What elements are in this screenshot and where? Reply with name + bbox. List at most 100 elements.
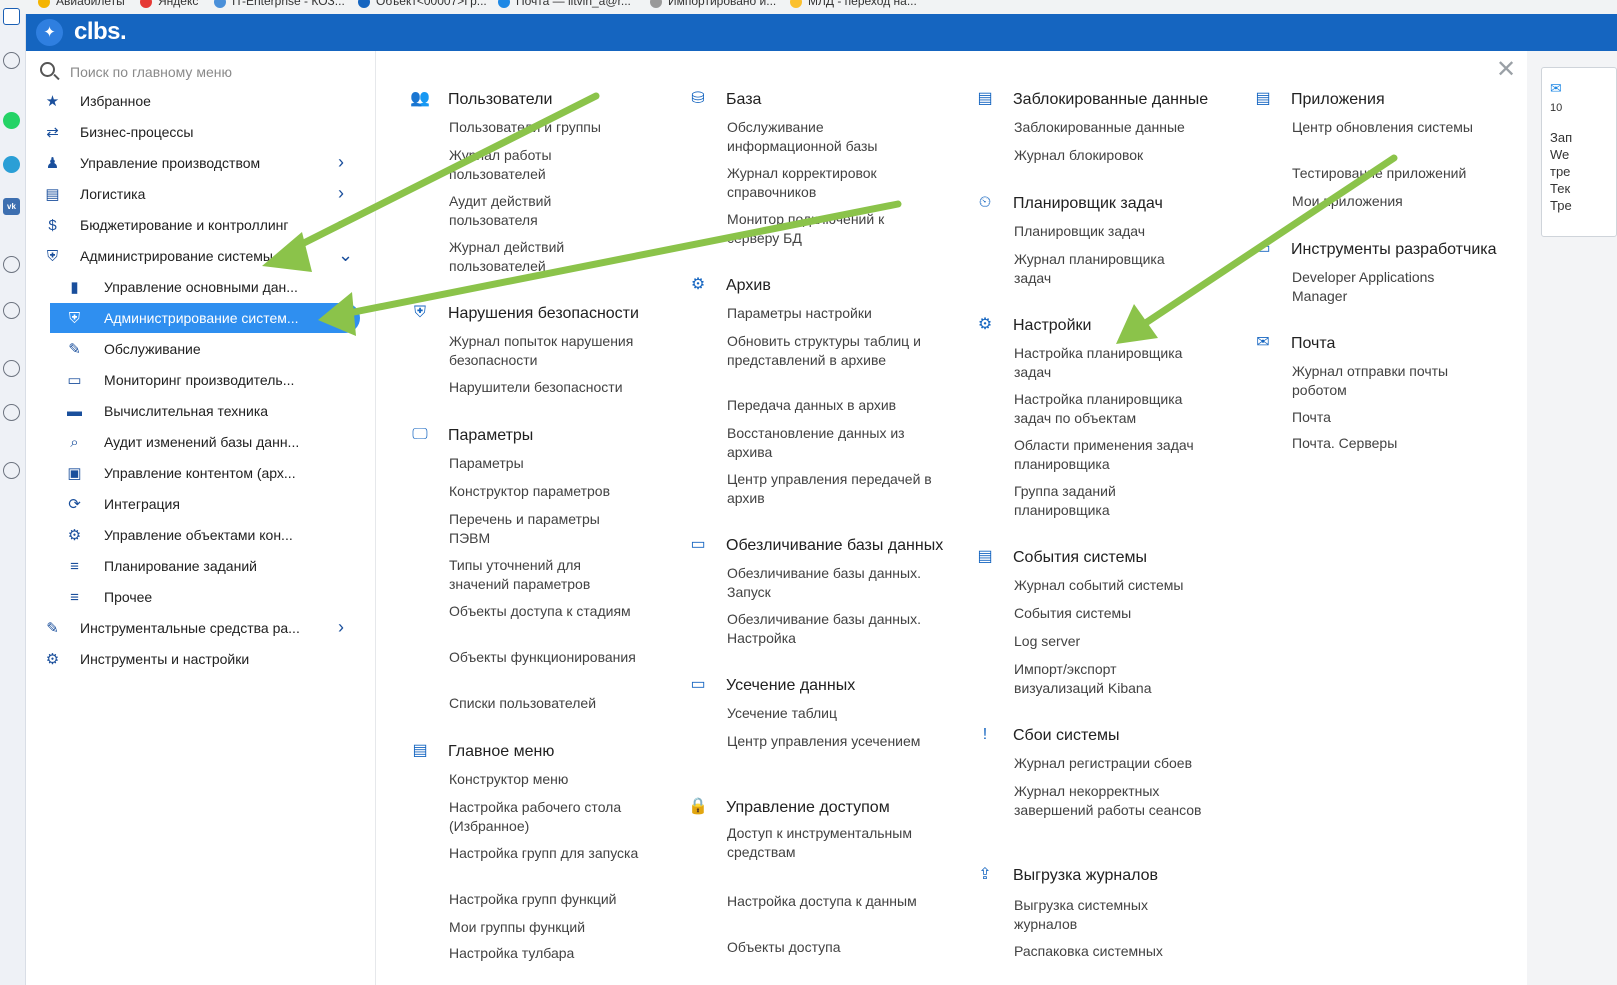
chevron-right-icon[interactable]: ›	[338, 152, 344, 173]
vk-icon[interactable]: vk	[3, 198, 20, 215]
menu-link[interactable]: Планировщик задач	[1014, 222, 1204, 241]
player-icon[interactable]	[3, 256, 20, 273]
menu-link[interactable]: Журнал попыток нарушения безопасности	[449, 332, 639, 369]
menu-link[interactable]: Журнал планировщика задач	[1014, 250, 1204, 287]
menu-link[interactable]: Параметры	[449, 454, 639, 473]
sidebar-item[interactable]: ≡ Планирование заданий	[26, 551, 366, 581]
bookmark-item[interactable]: МЛД - переход на...	[790, 0, 917, 8]
menu-link[interactable]: Области применения задач планировщика	[1014, 436, 1204, 473]
menu-link[interactable]: Обезличивание базы данных. Настройка	[727, 610, 937, 647]
sidebar-item[interactable]: ♟ Управление производством ›	[26, 148, 366, 178]
menu-link[interactable]: Почта	[1292, 408, 1482, 427]
sidebar-item[interactable]: ▤ Логистика ›	[26, 179, 366, 209]
menu-link[interactable]: Настройка групп для запуска	[449, 844, 639, 863]
menu-link[interactable]: Перечень и параметры ПЭВМ	[449, 510, 639, 547]
menu-link[interactable]: Объекты доступа	[727, 938, 937, 957]
menu-link[interactable]: Доступ к инструментальным средствам	[727, 824, 937, 861]
whatsapp-icon[interactable]	[3, 112, 20, 129]
menu-link[interactable]: Восстановление данных из архива	[727, 424, 937, 461]
menu-link[interactable]: Группа заданий планировщика	[1014, 482, 1204, 519]
menu-link[interactable]: Распаковка системных	[1014, 942, 1204, 961]
menu-link[interactable]: Конструктор меню	[449, 770, 639, 789]
sidebar-item[interactable]: ✎ Обслуживание	[26, 334, 366, 364]
menu-link[interactable]: Конструктор параметров	[449, 482, 639, 501]
sidebar-item[interactable]: ⚙ Инструменты и настройки	[26, 644, 366, 674]
sidebar-item[interactable]: ▮ Управление основными дан...	[26, 272, 366, 302]
menu-link[interactable]: Почта. Серверы	[1292, 434, 1482, 453]
sidebar-item[interactable]: ≡ Прочее	[26, 582, 366, 612]
menu-link[interactable]: Усечение таблиц	[727, 704, 937, 723]
bookmark-item[interactable]: Яндекс	[140, 0, 198, 8]
menu-link[interactable]: Журнал отправки почты роботом	[1292, 362, 1482, 399]
notification-card[interactable]: ✉ 10 Зап We тре Тек Тре	[1541, 67, 1617, 237]
menu-search[interactable]: Поиск по главному меню	[36, 57, 366, 87]
menu-link[interactable]: Настройка рабочего стола (Избранное)	[449, 798, 639, 835]
sidebar-item[interactable]: ⛨ Администрирование систем...	[50, 303, 360, 333]
menu-link[interactable]: Developer Applications Manager	[1292, 268, 1482, 305]
menu-link[interactable]: Настройка планировщика задач по объектам	[1014, 390, 1204, 427]
sidebar-item[interactable]: ▬ Вычислительная техника	[26, 396, 366, 426]
sidebar-item[interactable]: ▭ Мониторинг производитель...	[26, 365, 366, 395]
pin-icon[interactable]: ✦	[36, 19, 63, 46]
chevron-right-icon[interactable]: ›	[338, 214, 344, 235]
close-icon[interactable]: ✕	[1496, 55, 1516, 84]
menu-link[interactable]: Обслуживание информационной базы	[727, 118, 937, 155]
menu-link[interactable]: Списки пользователей	[449, 694, 639, 713]
menu-link[interactable]: Центр обновления системы	[1292, 118, 1482, 137]
menu-link[interactable]: Настройка доступа к данным	[727, 892, 937, 911]
menu-link[interactable]: Журнал регистрации сбоев	[1014, 754, 1204, 773]
bookmark-item[interactable]: Объект<00007>Гр...	[358, 0, 487, 8]
menu-link[interactable]: Настройка групп функций	[449, 890, 639, 909]
menu-link[interactable]: Настройка тулбара	[449, 944, 639, 963]
search-input[interactable]: Поиск по главному меню	[70, 64, 232, 80]
menu-link[interactable]: Тестирование приложений	[1292, 164, 1482, 183]
menu-link[interactable]: Заблокированные данные	[1014, 118, 1204, 137]
menu-link[interactable]: Мои приложения	[1292, 192, 1482, 211]
menu-link[interactable]: События системы	[1014, 604, 1204, 623]
menu-link[interactable]: Передача данных в архив	[727, 396, 937, 415]
menu-link[interactable]: Обезличивание базы данных. Запуск	[727, 564, 937, 601]
menu-link[interactable]: Импорт/экспорт визуализаций Kibana	[1014, 660, 1204, 697]
chevron-right-icon[interactable]: ›	[338, 617, 344, 638]
menu-link[interactable]: Параметры настройки	[727, 304, 937, 323]
menu-link[interactable]: Центр управления передачей в архив	[727, 470, 937, 507]
bookmark-item[interactable]: IT-Enterprise - КОЗ...	[214, 0, 345, 8]
bookmark-item[interactable]: Авиабилеты	[38, 0, 125, 8]
menu-link[interactable]: Журнал событий системы	[1014, 576, 1204, 595]
chevron-right-icon[interactable]: ›	[338, 183, 344, 204]
menu-link[interactable]: Мои группы функций	[449, 918, 639, 937]
menu-link[interactable]: Выгрузка системных журналов	[1014, 896, 1204, 933]
bookmark-side-icon[interactable]	[3, 52, 20, 69]
menu-link[interactable]: Журнал некорректных завершений работы се…	[1014, 782, 1204, 819]
menu-link[interactable]: Пользователи и группы	[449, 118, 639, 137]
sidebar-item[interactable]: ▣ Управление контентом (арх...	[26, 458, 366, 488]
menu-link[interactable]: Журнал корректировок справочников	[727, 164, 937, 201]
heart-icon[interactable]	[3, 360, 20, 377]
sidebar-item[interactable]: ✎ Инструментальные средства ра... ›	[26, 613, 366, 643]
menu-link[interactable]: Объекты функционирования	[449, 648, 639, 667]
menu-link[interactable]: Журнал работы пользователей	[449, 146, 639, 183]
sidebar-item[interactable]: $ Бюджетирование и контроллинг ›	[26, 210, 366, 240]
sidebar-item[interactable]: ⟳ Интеграция	[26, 489, 366, 519]
clock-icon[interactable]	[3, 404, 20, 421]
menu-link[interactable]: Монитор подключений к серверу БД	[727, 210, 937, 247]
menu-link[interactable]: Log server	[1014, 632, 1204, 651]
bookmark-item[interactable]: Импортировано и...	[650, 0, 776, 8]
sidebar-item[interactable]: ⇄ Бизнес-процессы	[26, 117, 366, 147]
chevron-down-icon[interactable]: ⌄	[338, 245, 353, 266]
menu-link[interactable]: Центр управления усечением	[727, 732, 937, 751]
menu-link[interactable]: Типы уточнений для значений параметров	[449, 556, 639, 593]
menu-link[interactable]: Журнал действий пользователей	[449, 238, 639, 275]
menu-link[interactable]: Обновить структуры таблиц и представлени…	[727, 332, 937, 369]
bulb-icon[interactable]	[3, 462, 20, 479]
menu-link[interactable]: Нарушители безопасности	[449, 378, 639, 397]
sidebar-item[interactable]: ★ Избранное	[26, 86, 366, 116]
sidebar-item[interactable]: ⚙ Управление объектами кон...	[26, 520, 366, 550]
bookmark-item[interactable]: Почта — litvin_a@r...	[498, 0, 631, 8]
send-icon[interactable]	[3, 302, 20, 319]
sidebar-item[interactable]: ⛨ Администрирование системы ⌄	[26, 241, 366, 271]
telegram-icon[interactable]	[3, 156, 20, 173]
menu-link[interactable]: Журнал блокировок	[1014, 146, 1204, 165]
home-icon[interactable]	[3, 8, 20, 25]
menu-link[interactable]: Объекты доступа к стадиям	[449, 602, 639, 621]
